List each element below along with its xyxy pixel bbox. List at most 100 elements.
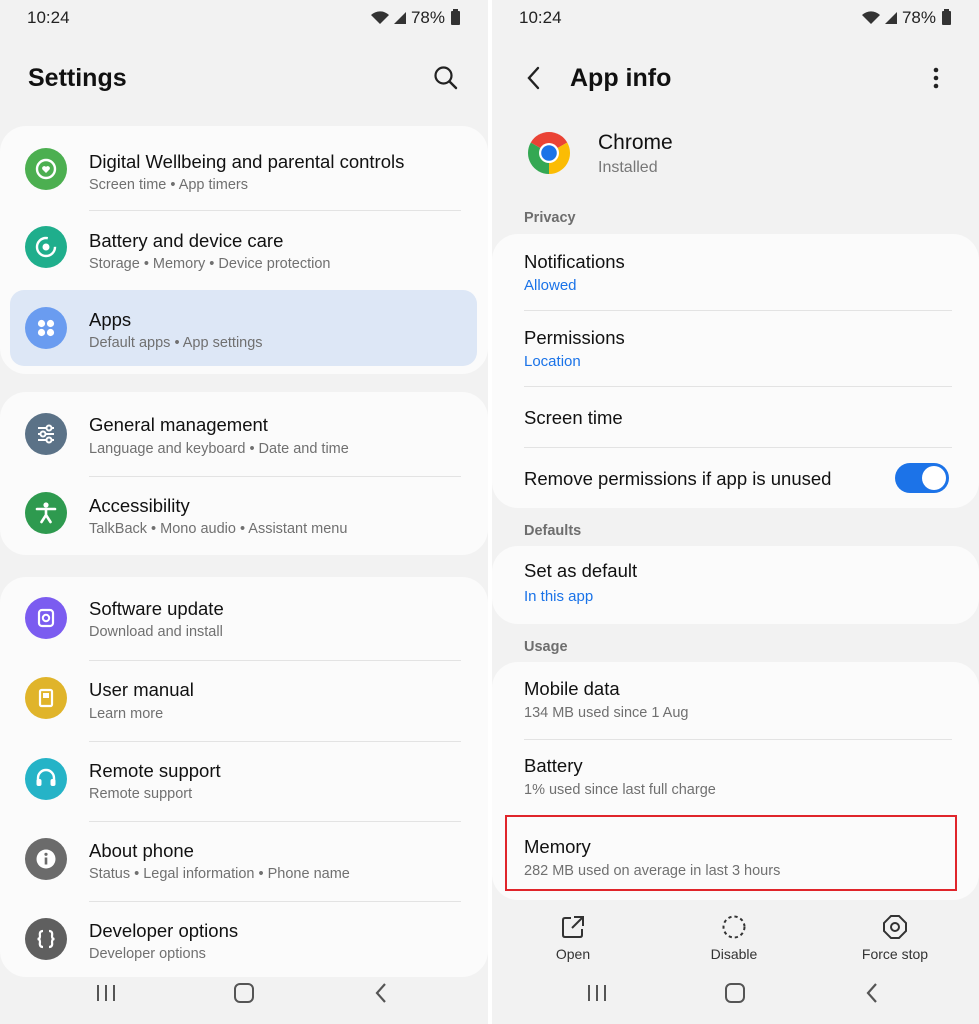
item-subtitle: Status • Legal information • Phone name: [89, 866, 350, 882]
memory-highlight-box: [505, 815, 957, 891]
settings-item-battery-device-care[interactable]: Battery and device care Storage • Memory…: [0, 211, 488, 289]
accessibility-icon: [25, 492, 67, 534]
headset-icon: [25, 758, 67, 800]
home-button[interactable]: [720, 978, 750, 1008]
navigation-bar: [0, 964, 488, 1024]
settings-item-software-update[interactable]: Software update Download and install: [0, 577, 488, 661]
mobile-data-row[interactable]: Mobile data 134 MB used since 1 Aug: [492, 662, 979, 740]
item-subtitle: Default apps • App settings: [89, 335, 263, 351]
back-button[interactable]: [522, 64, 548, 92]
info-icon: [25, 838, 67, 880]
disable-icon: [722, 915, 746, 939]
section-label-usage: Usage: [524, 639, 568, 655]
chrome-icon: [526, 130, 572, 176]
disable-button[interactable]: Disable: [689, 912, 779, 962]
item-title: Remote support: [89, 760, 221, 781]
app-status: Installed: [598, 159, 658, 176]
item-subtitle: Developer options: [89, 946, 206, 962]
settings-item-digital-wellbeing[interactable]: Digital Wellbeing and parental controls …: [0, 126, 488, 211]
settings-screen: 10:24 78% Settings Digital Wellbeing and…: [0, 0, 488, 1024]
back-arrow-icon: [527, 66, 540, 90]
battery-icon: [942, 9, 951, 25]
recents-button[interactable]: [91, 978, 121, 1008]
manual-icon: [25, 677, 67, 719]
back-icon: [375, 983, 386, 1003]
privacy-card: Notifications Allowed Permissions Locati…: [492, 234, 979, 508]
sliders-icon: [25, 413, 67, 455]
item-subtitle: TalkBack • Mono audio • Assistant menu: [89, 521, 348, 537]
settings-item-user-manual[interactable]: User manual Learn more: [0, 661, 488, 742]
home-button[interactable]: [229, 978, 259, 1008]
item-subtitle: Language and keyboard • Date and time: [89, 441, 349, 457]
recents-button[interactable]: [582, 978, 612, 1008]
row-value: Allowed: [524, 277, 577, 294]
item-subtitle: Remote support: [89, 786, 193, 802]
status-time: 10:24: [519, 8, 562, 27]
row-title: Battery: [524, 755, 583, 776]
page-title: App info: [570, 64, 672, 92]
item-title: Battery and device care: [89, 230, 284, 251]
action-label: Disable: [710, 946, 758, 962]
back-button[interactable]: [366, 978, 396, 1008]
row-value: 134 MB used since 1 Aug: [524, 705, 689, 721]
page-title: Settings: [28, 64, 127, 92]
settings-item-about-phone[interactable]: About phone Status • Legal information •…: [0, 822, 488, 902]
settings-item-accessibility[interactable]: Accessibility TalkBack • Mono audio • As…: [0, 477, 488, 555]
software-update-icon: [25, 597, 67, 639]
status-bar: 10:24 78%: [492, 0, 979, 36]
signal-icon: [393, 12, 406, 24]
recents-icon: [97, 985, 115, 1001]
remove-permissions-toggle[interactable]: [895, 463, 949, 493]
item-subtitle: Storage • Memory • Device protection: [89, 256, 331, 272]
open-button[interactable]: Open: [528, 912, 618, 962]
item-title: Accessibility: [89, 495, 190, 516]
device-care-icon: [25, 226, 67, 268]
defaults-card: Set as default In this app: [492, 546, 979, 624]
app-info-screen: 10:24 78% App info Chrome Installed Priv…: [492, 0, 979, 1024]
section-label-privacy: Privacy: [524, 210, 576, 226]
item-subtitle: Screen time • App timers: [89, 177, 248, 193]
screen-time-row[interactable]: Screen time: [492, 387, 979, 448]
row-title: Notifications: [524, 251, 625, 272]
search-button[interactable]: [432, 64, 460, 92]
item-subtitle: Learn more: [89, 706, 164, 722]
settings-item-remote-support[interactable]: Remote support Remote support: [0, 742, 488, 822]
settings-item-apps[interactable]: Apps Default apps • App settings: [0, 290, 488, 366]
item-title: Developer options: [89, 920, 239, 941]
item-title: Apps: [89, 309, 132, 330]
row-title: Mobile data: [524, 678, 620, 699]
action-label: Force stop: [861, 946, 929, 962]
recents-icon: [588, 985, 606, 1001]
battery-percent: 78%: [410, 8, 445, 27]
permissions-row[interactable]: Permissions Location: [492, 311, 979, 387]
digital-wellbeing-icon: [25, 148, 67, 190]
wifi-icon: [861, 11, 880, 24]
back-icon: [866, 983, 877, 1003]
item-subtitle: Download and install: [89, 624, 223, 640]
item-title: User manual: [89, 679, 194, 700]
row-title: Remove permissions if app is unused: [524, 468, 832, 489]
force-stop-button[interactable]: Force stop: [850, 912, 940, 962]
notifications-row[interactable]: Notifications Allowed: [492, 234, 979, 311]
action-label: Open: [555, 946, 591, 962]
battery-row[interactable]: Battery 1% used since last full charge: [492, 740, 979, 817]
settings-group-3: Software update Download and install Use…: [0, 577, 488, 977]
search-icon: [434, 66, 458, 90]
item-title: Digital Wellbeing and parental controls: [89, 151, 405, 172]
wifi-icon: [370, 11, 389, 24]
section-label-defaults: Defaults: [524, 523, 582, 539]
battery-icon: [451, 9, 460, 25]
row-value: 1% used since last full charge: [524, 782, 716, 798]
more-vert-icon: [933, 67, 939, 89]
row-title: Permissions: [524, 327, 625, 348]
battery-percent: 78%: [901, 8, 936, 27]
set-as-default-row[interactable]: Set as default In this app: [492, 546, 979, 624]
settings-item-general-management[interactable]: General management Language and keyboard…: [0, 392, 488, 477]
toggle-knob: [922, 466, 946, 490]
remove-permissions-row[interactable]: Remove permissions if app is unused: [492, 448, 979, 508]
more-options-button[interactable]: [926, 64, 946, 92]
row-title: Screen time: [524, 407, 623, 428]
back-button[interactable]: [857, 978, 887, 1008]
force-stop-icon: [883, 915, 907, 939]
braces-icon: [25, 918, 67, 960]
